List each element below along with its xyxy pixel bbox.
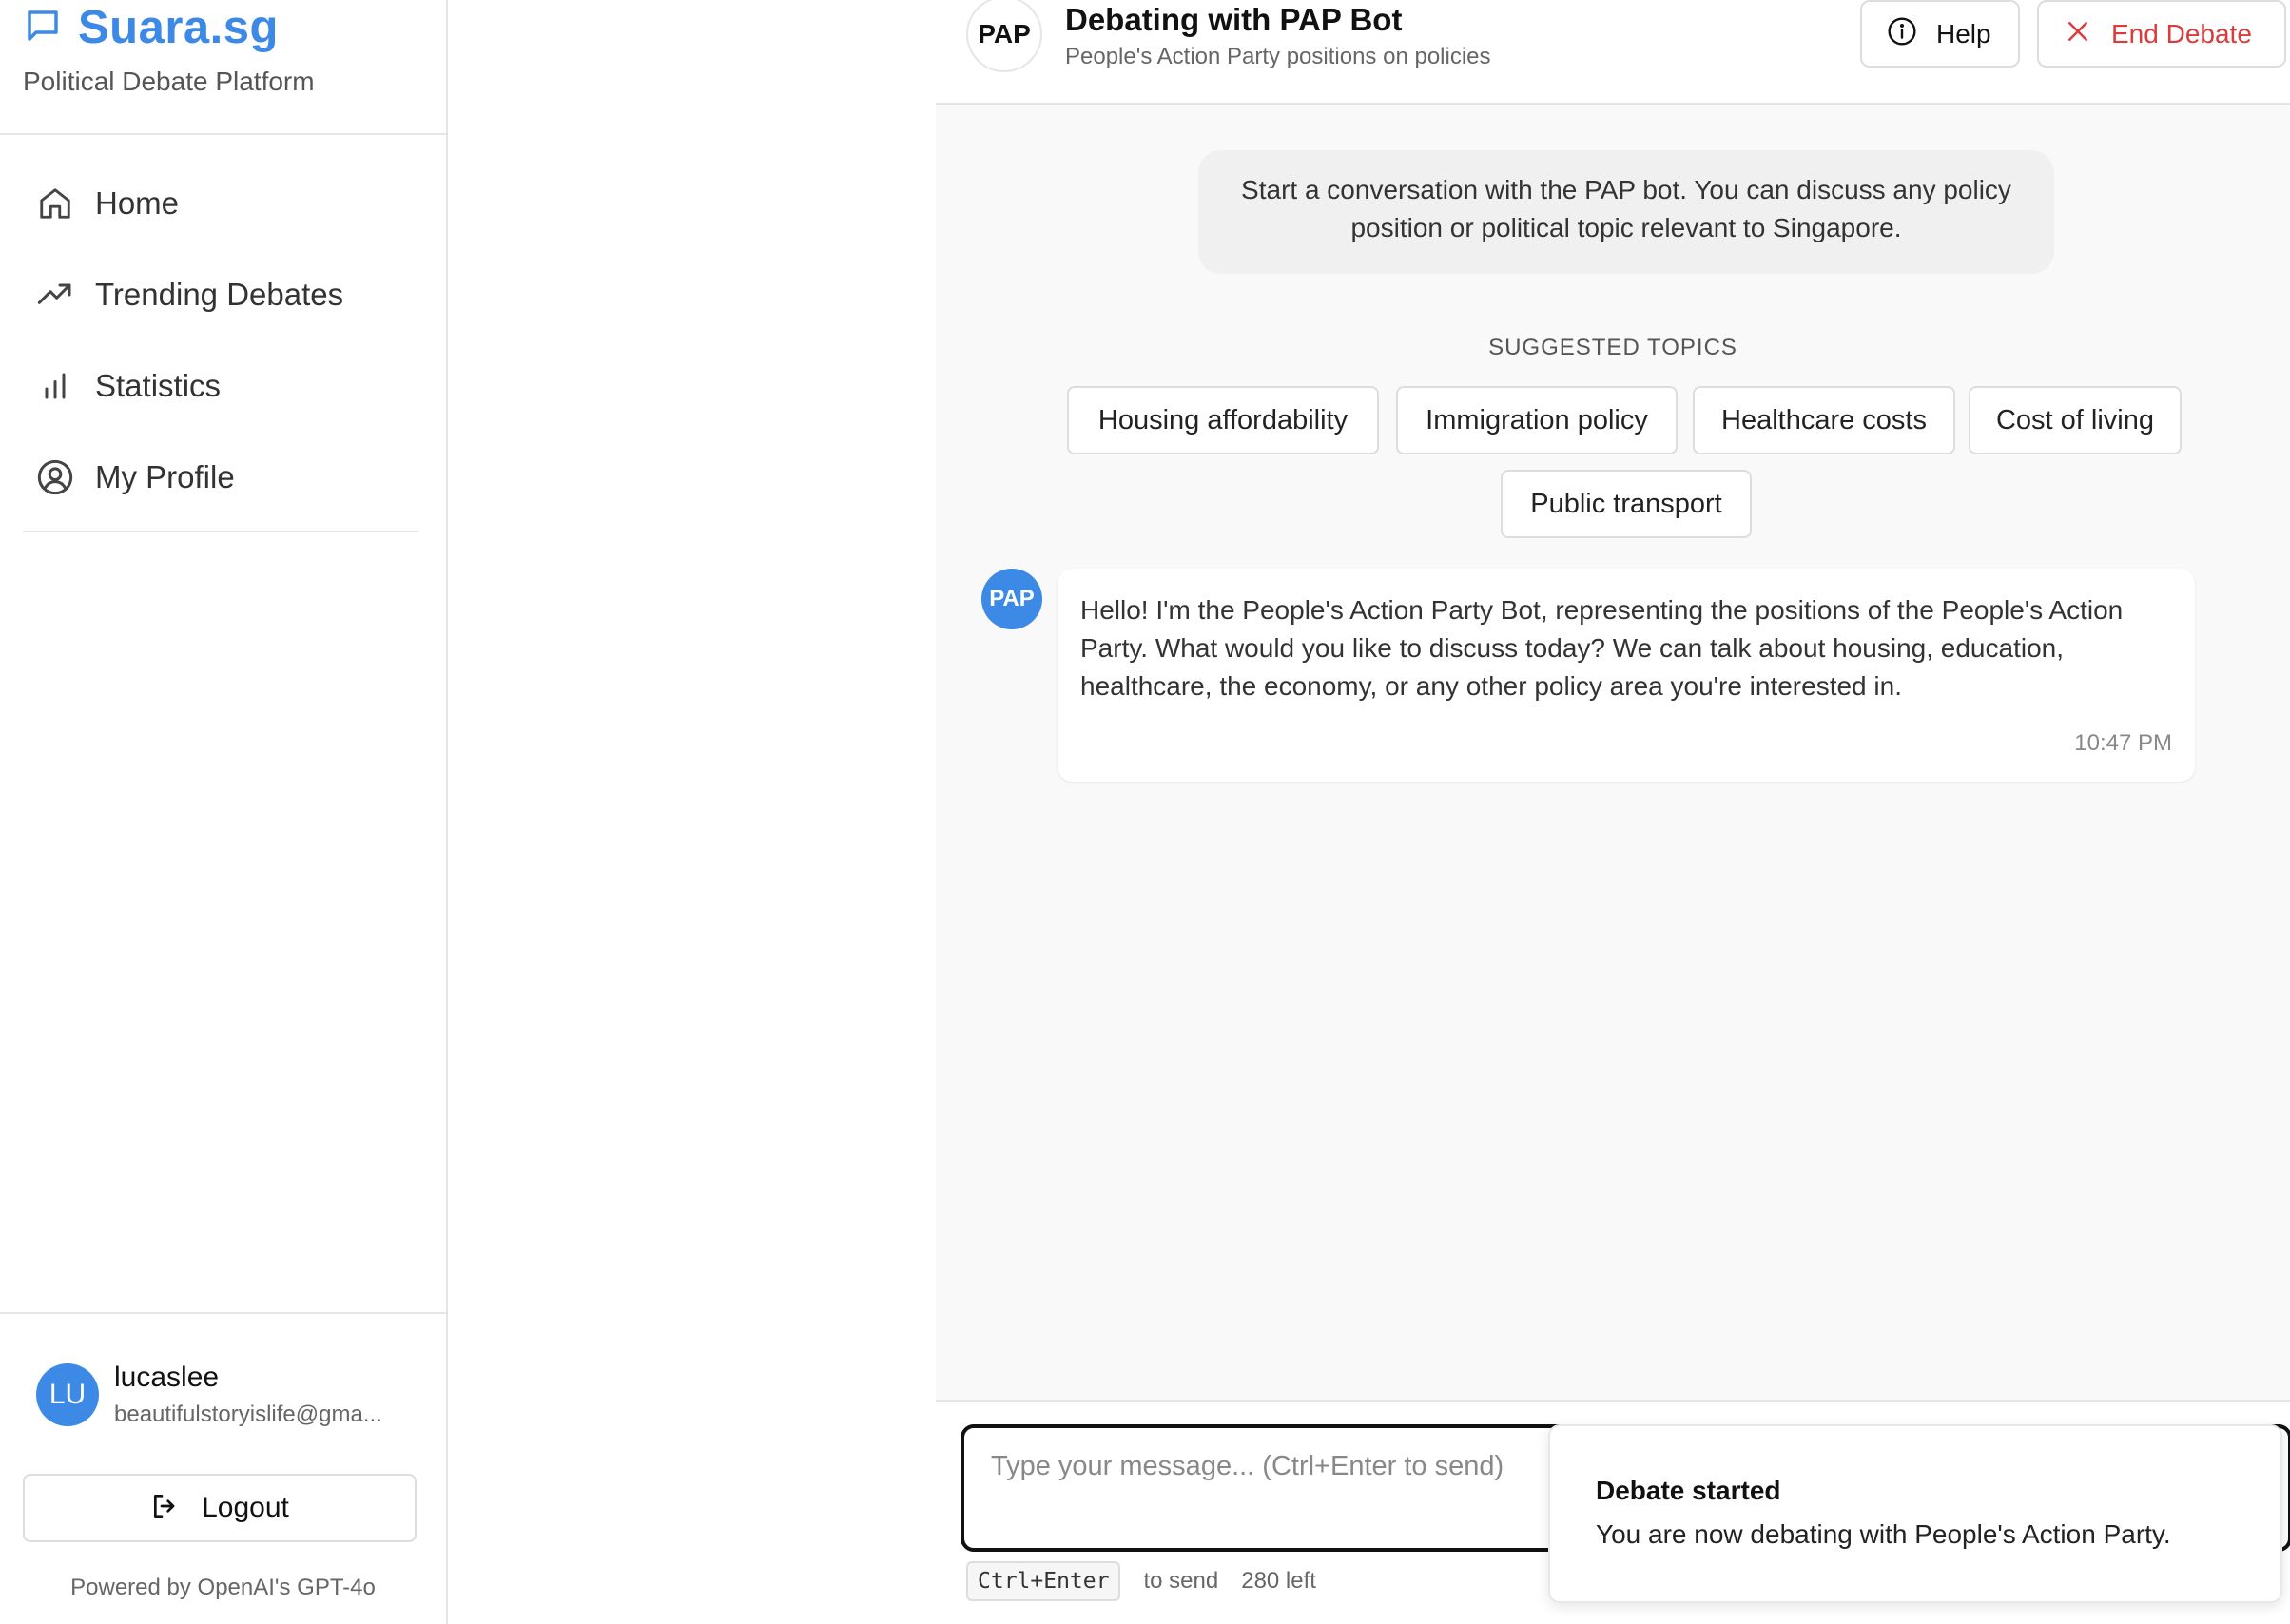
logout-label: Logout <box>202 1492 289 1523</box>
app-root: Suara.sg Political Debate Platform Home … <box>0 0 2290 1624</box>
topic-chip[interactable]: Cost of living <box>1969 386 2182 454</box>
bot-avatar: PAP <box>966 0 1042 72</box>
bar-chart-icon <box>36 367 74 405</box>
close-icon <box>2064 17 2092 50</box>
sidebar: Suara.sg Political Debate Platform Home … <box>0 0 448 1624</box>
divider <box>0 1312 446 1314</box>
logout-icon <box>150 1491 181 1526</box>
sidebar-item-statistics[interactable]: Statistics <box>23 340 418 432</box>
message-bubble: Hello! I'm the People's Action Party Bot… <box>1058 569 2195 782</box>
topic-chip[interactable]: Healthcare costs <box>1693 386 1955 454</box>
suggested-topics-heading: SUGGESTED TOPICS <box>1488 335 1737 360</box>
divider <box>23 531 418 532</box>
home-icon <box>36 184 74 222</box>
sidebar-item-label: Statistics <box>95 368 222 403</box>
end-debate-label: End Debate <box>2111 18 2252 48</box>
intro-message: Start a conversation with the PAP bot. Y… <box>1198 150 2054 274</box>
bot-avatar: PAP <box>981 569 1042 629</box>
chat-header: PAP Debating with PAP Bot People's Actio… <box>936 0 2290 105</box>
toast-title: Debate started <box>1596 1476 1781 1505</box>
sidebar-item-home[interactable]: Home <box>23 158 418 249</box>
sidebar-item-label: My Profile <box>95 459 235 494</box>
topic-chip[interactable]: Housing affordability <box>1067 386 1379 454</box>
sidebar-item-trending-debates[interactable]: Trending Debates <box>23 249 418 340</box>
chat-main: PAP Debating with PAP Bot People's Actio… <box>936 0 2290 1624</box>
avatar: LU <box>36 1363 99 1426</box>
toast-notification: Debate started You are now debating with… <box>1548 1424 2282 1603</box>
message-time: 10:47 PM <box>2074 730 2172 756</box>
user-email: beautifulstoryislife@gma... <box>114 1402 382 1427</box>
shortcut-key: Ctrl+Enter <box>966 1561 1121 1601</box>
page-title: Debating with PAP Bot <box>1065 2 1403 37</box>
brand[interactable]: Suara.sg Political Debate Platform <box>23 0 441 135</box>
page-subtitle: People's Action Party positions on polic… <box>1065 44 1491 69</box>
shortcut-hint: to send <box>1143 1568 1219 1594</box>
composer-hints: Ctrl+Enter to send 280 left <box>966 1561 1316 1601</box>
character-count: 280 left <box>1241 1568 1316 1594</box>
user-name: lucaslee <box>114 1362 220 1393</box>
help-label: Help <box>1936 18 1991 48</box>
brand-subtitle: Political Debate Platform <box>23 67 315 96</box>
trending-icon <box>36 276 74 314</box>
brand-name: Suara.sg <box>78 2 279 53</box>
info-icon <box>1887 16 1917 51</box>
topic-chip[interactable]: Immigration policy <box>1396 386 1678 454</box>
user-circle-icon <box>36 458 74 496</box>
end-debate-button[interactable]: End Debate <box>2037 0 2286 68</box>
help-button[interactable]: Help <box>1860 0 2020 68</box>
powered-by: Powered by OpenAI's GPT-4o <box>70 1575 376 1600</box>
topic-chip[interactable]: Public transport <box>1501 470 1752 538</box>
toast-message: You are now debating with People's Actio… <box>1596 1519 2171 1549</box>
message-text: Hello! I'm the People's Action Party Bot… <box>1080 595 2124 701</box>
message-input-placeholder: Type your message... (Ctrl+Enter to send… <box>991 1451 1504 1481</box>
sidebar-item-my-profile[interactable]: My Profile <box>23 432 418 523</box>
sidebar-item-label: Trending Debates <box>95 277 344 312</box>
sidebar-item-label: Home <box>95 185 180 221</box>
chat-bubble-icon <box>23 6 63 50</box>
user-card[interactable]: LU lucaslee beautifulstoryislife@gma... <box>36 1362 399 1428</box>
divider <box>0 133 446 135</box>
logout-button[interactable]: Logout <box>23 1474 417 1542</box>
sidebar-nav: Home Trending Debates Statistics My Prof… <box>23 158 418 523</box>
